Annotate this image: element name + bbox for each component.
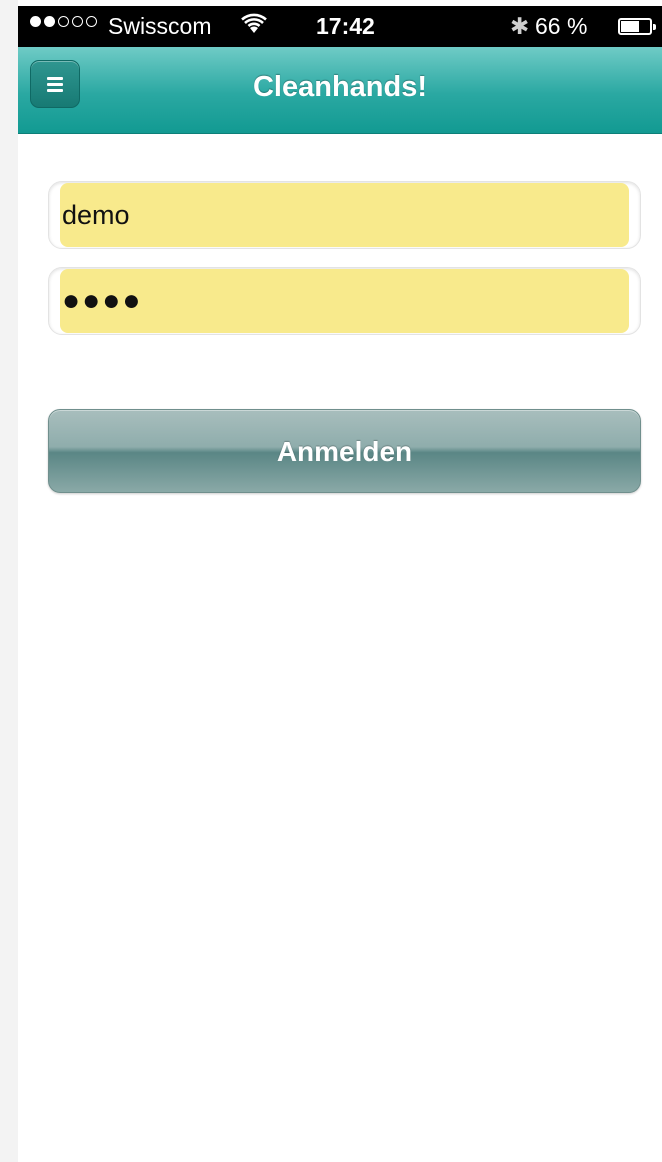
- left-edge-strip: [0, 0, 18, 1162]
- signal-dot: [72, 16, 83, 27]
- wifi-icon: [241, 13, 267, 33]
- battery-icon: [618, 18, 656, 35]
- login-button[interactable]: Anmelden: [48, 409, 641, 493]
- carrier-name: Swisscom: [108, 13, 212, 39]
- battery-percent: 66 %: [535, 13, 588, 39]
- bluetooth-icon: ✱: [510, 13, 530, 39]
- signal-dot: [44, 16, 55, 27]
- page-title: Cleanhands!: [252, 71, 428, 103]
- username-field[interactable]: demo: [48, 181, 641, 249]
- signal-dot: [30, 16, 41, 27]
- nav-bar: Cleanhands!: [18, 47, 662, 134]
- signal-dot: [58, 16, 69, 27]
- password-input[interactable]: ●●●●: [60, 269, 629, 333]
- password-value: ●●●●: [62, 284, 143, 317]
- battery-fill: [621, 21, 639, 32]
- signal-strength-icon: [30, 16, 97, 27]
- battery-tip: [653, 24, 656, 30]
- username-input[interactable]: demo: [60, 183, 629, 247]
- signal-dot: [86, 16, 97, 27]
- app-screen: Swisscom 17:42 ✱ 66 % Cleanhands! demo ●…: [0, 0, 662, 1162]
- username-value: demo: [62, 199, 130, 230]
- status-bar: Swisscom 17:42 ✱ 66 %: [18, 6, 662, 47]
- password-field[interactable]: ●●●●: [48, 267, 641, 335]
- clock-time: 17:42: [316, 13, 375, 39]
- login-button-label: Anmelden: [276, 436, 413, 467]
